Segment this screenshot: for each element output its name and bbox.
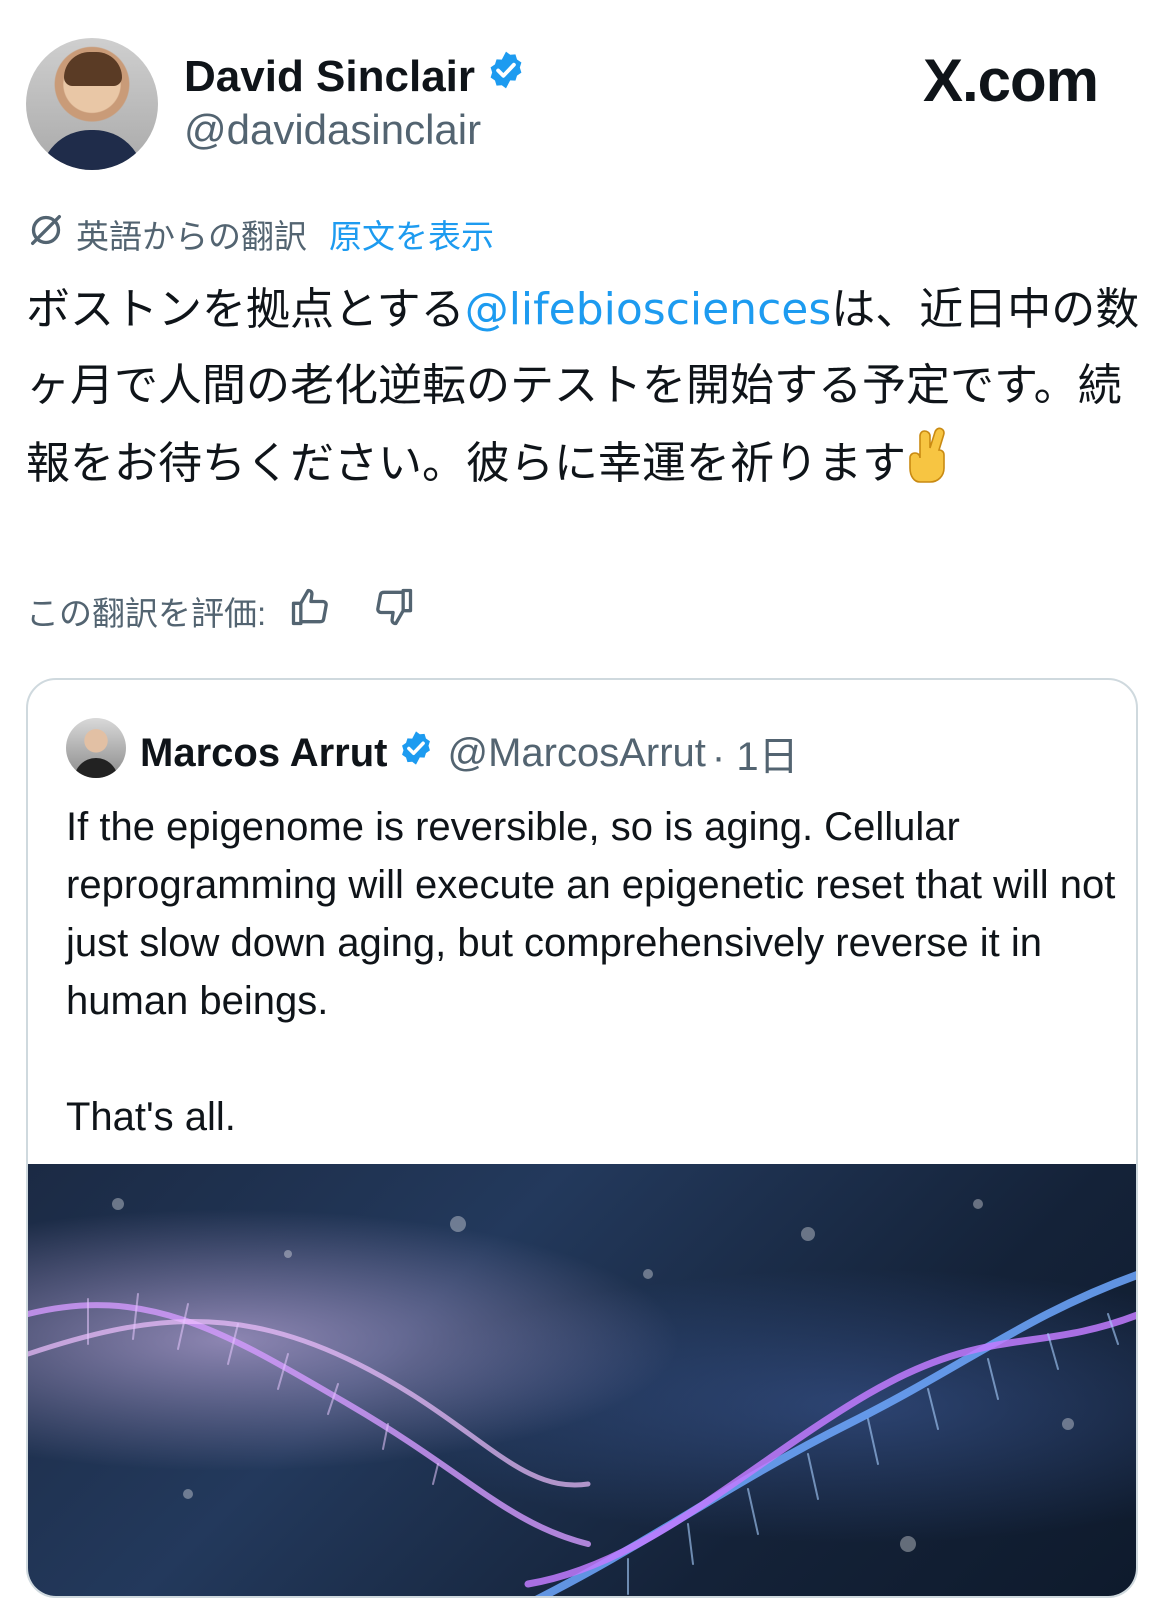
rate-translation-row: この翻訳を評価: bbox=[26, 585, 416, 637]
quoted-tweet[interactable]: Marcos Arrut @MarcosArrut · 1日 If the ep… bbox=[26, 678, 1138, 1598]
tweet-header: David Sinclair @davidasinclair X.com bbox=[0, 0, 1170, 180]
tweet-body: ボストンを拠点とする@lifebiosciencesは、近日中の数ヶ月で人間の老… bbox=[26, 272, 1146, 508]
crossed-fingers-emoji bbox=[906, 424, 954, 508]
quoted-tweet-header: Marcos Arrut @MarcosArrut · 1日 bbox=[140, 724, 799, 782]
quoted-tweet-time: · 1日 bbox=[711, 735, 799, 779]
quoted-tweet-image[interactable] bbox=[28, 1164, 1136, 1596]
quoted-author-name[interactable]: Marcos Arrut bbox=[140, 731, 387, 776]
thumbs-down-icon[interactable] bbox=[372, 585, 416, 637]
author-name[interactable]: David Sinclair bbox=[184, 49, 527, 102]
show-original-link[interactable]: 原文を表示 bbox=[329, 210, 494, 258]
quoted-author-avatar[interactable] bbox=[66, 718, 126, 778]
quoted-tweet-text: If the epigenome is reversible, so is ag… bbox=[66, 805, 1116, 1139]
translate-icon bbox=[26, 210, 76, 258]
verified-badge-icon bbox=[485, 49, 527, 102]
author-avatar[interactable] bbox=[26, 38, 158, 170]
mention-link[interactable]: @lifebiosciences bbox=[465, 284, 832, 335]
author-handle[interactable]: @davidasinclair bbox=[184, 106, 481, 154]
translation-row: 英語からの翻訳 原文を表示 bbox=[26, 210, 494, 258]
thumbs-up-icon[interactable] bbox=[288, 585, 332, 637]
rate-label: この翻訳を評価: bbox=[26, 595, 267, 632]
quoted-author-handle[interactable]: @MarcosArrut bbox=[447, 731, 705, 776]
x-logo: X.com bbox=[922, 47, 1099, 114]
verified-badge-icon bbox=[397, 729, 435, 777]
translation-label: 英語からの翻訳 bbox=[76, 218, 307, 255]
